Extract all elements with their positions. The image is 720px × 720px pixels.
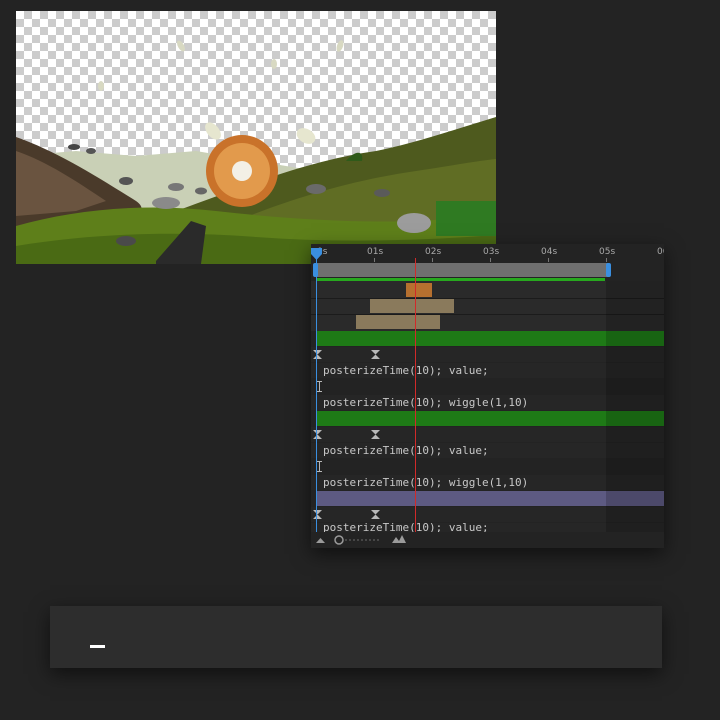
expression-row[interactable]: posterizeTime(10); value; bbox=[311, 443, 664, 458]
timeline-panel[interactable]: 0s 01s 02s 03s 04s 05s 06 posterizeTime(… bbox=[311, 244, 664, 548]
timeline-footer bbox=[311, 532, 664, 548]
layer-bar-green[interactable] bbox=[317, 411, 664, 426]
zoom-out-icon[interactable] bbox=[315, 535, 326, 544]
text-cursor bbox=[90, 645, 105, 648]
ruler-tick bbox=[606, 258, 607, 262]
expression-text[interactable]: posterizeTime(10); value; bbox=[323, 363, 489, 378]
expression-text[interactable]: posterizeTime(10); wiggle(1,10) bbox=[323, 475, 528, 490]
ruler-label: 02s bbox=[425, 247, 442, 257]
keyframe-icon[interactable] bbox=[371, 510, 380, 519]
keyframe-row bbox=[311, 347, 664, 362]
keyframe-icon[interactable] bbox=[313, 510, 322, 519]
ruler-label: 06 bbox=[657, 247, 664, 257]
ruler-tick bbox=[432, 258, 433, 262]
layer-clip[interactable] bbox=[356, 315, 440, 329]
layer-bar-green[interactable] bbox=[317, 331, 664, 346]
keyframe-row bbox=[311, 507, 664, 522]
expression-row[interactable]: posterizeTime(10); value; bbox=[311, 523, 664, 532]
keyframe-icon[interactable] bbox=[371, 430, 380, 439]
expression-row[interactable]: posterizeTime(10); wiggle(1,10) bbox=[311, 475, 664, 490]
expression-cursor-icon bbox=[317, 461, 322, 472]
keyframe-icon[interactable] bbox=[313, 430, 322, 439]
playhead-line[interactable] bbox=[415, 258, 416, 532]
composition-preview[interactable] bbox=[16, 11, 496, 264]
expression-graph-row bbox=[311, 379, 664, 394]
ruler-label: 01s bbox=[367, 247, 384, 257]
current-time-line bbox=[316, 258, 317, 532]
ruler-tick bbox=[490, 258, 491, 262]
keyframe-row bbox=[311, 427, 664, 442]
keyframe-icon[interactable] bbox=[313, 350, 322, 359]
time-ruler[interactable]: 0s 01s 02s 03s 04s 05s 06 bbox=[311, 244, 664, 262]
expression-row[interactable]: posterizeTime(10); wiggle(1,10) bbox=[311, 395, 664, 410]
ruler-label: 03s bbox=[483, 247, 500, 257]
layer-clip-orange[interactable] bbox=[406, 283, 432, 297]
zoom-slider[interactable] bbox=[333, 535, 383, 545]
scene-artwork bbox=[16, 40, 496, 264]
expression-text[interactable]: posterizeTime(10); value; bbox=[323, 523, 489, 532]
caption-box[interactable] bbox=[50, 606, 662, 668]
expression-graph-row bbox=[311, 459, 664, 474]
ruler-tick bbox=[374, 258, 375, 262]
expression-row[interactable]: posterizeTime(10); value; bbox=[311, 363, 664, 378]
current-time-indicator-icon[interactable] bbox=[311, 248, 322, 260]
ruler-label: 05s bbox=[599, 247, 616, 257]
expression-text[interactable]: posterizeTime(10); value; bbox=[323, 443, 489, 458]
row-separator bbox=[311, 298, 664, 299]
ruler-tick bbox=[548, 258, 549, 262]
expression-cursor-icon bbox=[317, 381, 322, 392]
work-area-end-handle[interactable] bbox=[606, 263, 611, 277]
zoom-in-icon[interactable] bbox=[391, 534, 407, 544]
work-area-bar[interactable] bbox=[315, 263, 610, 277]
expression-text[interactable]: posterizeTime(10); wiggle(1,10) bbox=[323, 395, 528, 410]
keyframe-icon[interactable] bbox=[371, 350, 380, 359]
layer-bar-purple[interactable] bbox=[317, 491, 664, 506]
ruler-label: 04s bbox=[541, 247, 558, 257]
layer-clip[interactable] bbox=[370, 299, 454, 313]
